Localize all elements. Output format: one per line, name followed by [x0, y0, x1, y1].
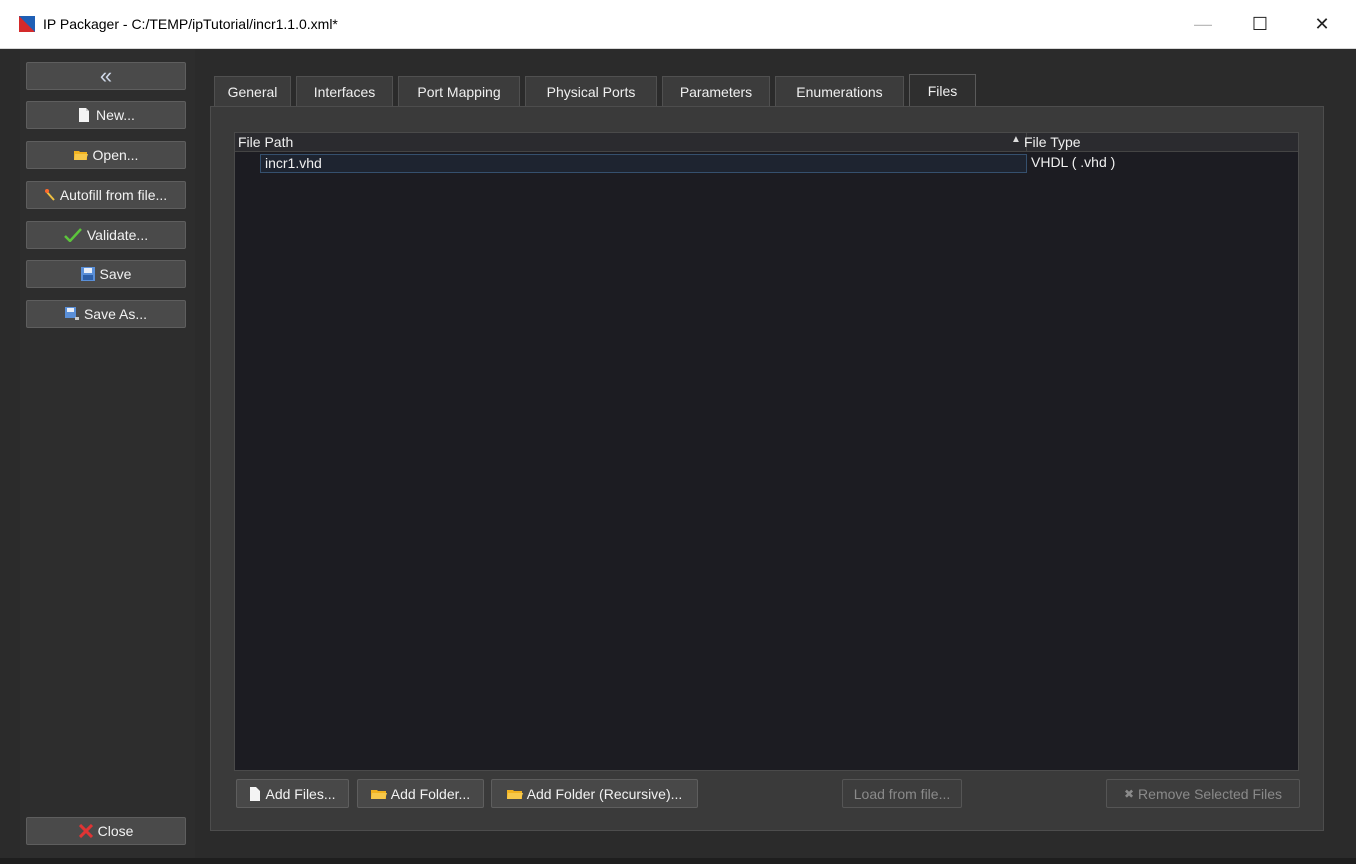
column-header-file-type[interactable]: File Type [1024, 134, 1081, 150]
collapse-icon: « [99, 63, 113, 88]
tab-general[interactable]: General [214, 76, 291, 106]
tab-port-mapping[interactable]: Port Mapping [398, 76, 520, 106]
tab-interfaces[interactable]: Interfaces [296, 76, 393, 106]
tab-label: General [227, 83, 278, 100]
red-x-icon [78, 824, 93, 838]
tab-label: Port Mapping [417, 83, 501, 100]
new-file-icon [250, 786, 261, 801]
new-button[interactable]: New... [26, 101, 186, 129]
add-folder-button[interactable]: Add Folder... [357, 779, 484, 808]
folder-icon [73, 151, 88, 160]
add-files-button[interactable]: Add Files... [236, 779, 349, 808]
app-body: « New... Open... Autofill from file... V… [0, 49, 1356, 864]
save-as-button[interactable]: Save As... [26, 300, 186, 328]
tab-label: Enumerations [796, 83, 883, 100]
bottom-edge [0, 858, 1356, 864]
folder-icon [370, 789, 387, 799]
table-header: File Path ▲ File Type [235, 133, 1298, 152]
remove-selected-label: Remove Selected Files [1138, 785, 1282, 802]
column-header-file-path[interactable]: File Path [238, 134, 293, 150]
validate-button[interactable]: Validate... [26, 221, 186, 249]
close-button[interactable]: Close [26, 817, 186, 845]
sort-ascending-icon: ▲ [1011, 134, 1021, 145]
tab-parameters[interactable]: Parameters [662, 76, 770, 106]
magic-wand-icon [44, 189, 55, 201]
close-window-button[interactable]: ✕ [1299, 0, 1345, 49]
validate-button-label: Validate... [86, 227, 149, 243]
remove-x-icon: ✖ [1123, 786, 1135, 801]
files-table[interactable]: File Path ▲ File Type incr1.vhd VHDL ( .… [234, 132, 1299, 771]
tab-label: Parameters [679, 83, 753, 100]
remove-selected-files-button[interactable]: ✖ Remove Selected Files [1106, 779, 1300, 808]
add-folder-label: Add Folder... [390, 785, 471, 802]
table-row-type[interactable]: VHDL ( .vhd ) [1031, 154, 1115, 171]
tab-label: Interfaces [313, 83, 376, 100]
minimize-icon: — [1194, 14, 1212, 34]
window-titlebar: IP Packager - C:/TEMP/ipTutorial/incr1.1… [0, 0, 1356, 49]
sidebar: « New... Open... Autofill from file... V… [20, 49, 195, 864]
maximize-button[interactable]: ☐ [1237, 0, 1283, 49]
new-button-label: New... [96, 107, 135, 123]
tab-label: Physical Ports [546, 83, 636, 100]
save-button[interactable]: Save [26, 260, 186, 288]
add-folder-recursive-button[interactable]: Add Folder (Recursive)... [491, 779, 698, 808]
open-button[interactable]: Open... [26, 141, 186, 169]
save-disk-icon [80, 267, 95, 281]
add-files-label: Add Files... [265, 785, 336, 802]
collapse-sidebar-button[interactable]: « [26, 62, 186, 90]
tab-label: Files [927, 83, 958, 99]
table-row-path[interactable]: incr1.vhd [260, 154, 1027, 173]
tab-physical-ports[interactable]: Physical Ports [525, 76, 657, 106]
folder-icon [506, 789, 523, 799]
save-button-label: Save [99, 266, 132, 282]
open-button-label: Open... [92, 147, 139, 163]
load-from-file-button[interactable]: Load from file... [842, 779, 962, 808]
tab-files[interactable]: Files [909, 74, 976, 107]
minimize-button[interactable]: — [1180, 0, 1226, 49]
autofill-button-label: Autofill from file... [59, 187, 168, 203]
save-as-icon [64, 307, 79, 320]
add-folder-recursive-label: Add Folder (Recursive)... [526, 785, 683, 802]
save-as-button-label: Save As... [83, 306, 148, 322]
load-from-file-label: Load from file... [853, 785, 951, 802]
close-icon: ✕ [1314, 14, 1330, 34]
autofill-button[interactable]: Autofill from file... [26, 181, 186, 209]
window-title: IP Packager - C:/TEMP/ipTutorial/incr1.1… [43, 16, 338, 32]
maximize-icon: ☐ [1251, 14, 1269, 34]
app-logo-icon [19, 16, 35, 32]
check-icon [63, 228, 82, 242]
tab-enumerations[interactable]: Enumerations [775, 76, 904, 106]
new-file-icon [79, 108, 90, 122]
close-button-label: Close [97, 823, 134, 839]
